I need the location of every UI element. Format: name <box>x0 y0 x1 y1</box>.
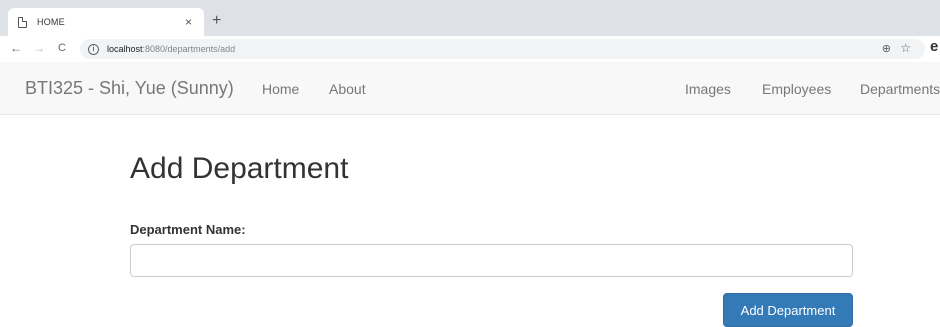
browser-toolbar: ← → C i localhost:8080/departments/add ⊕… <box>0 36 940 63</box>
navbar: BTI325 - Shi, Yue (Sunny) Home About Ima… <box>0 62 940 115</box>
url-host: localhost <box>107 44 143 54</box>
tab-title: HOME <box>37 17 65 27</box>
reload-icon[interactable]: C <box>58 41 66 55</box>
department-name-label: Department Name: <box>130 222 246 237</box>
nav-link-departments[interactable]: Departments <box>860 81 940 97</box>
address-bar[interactable]: i localhost:8080/departments/add ⊕ ☆ <box>80 39 925 59</box>
page-title: Add Department <box>130 152 349 185</box>
forward-arrow-icon[interactable]: → <box>33 41 45 55</box>
info-icon[interactable]: i <box>88 43 99 55</box>
close-tab-icon[interactable]: × <box>185 15 192 29</box>
bookmark-star-icon[interactable]: ☆ <box>900 41 911 55</box>
url-text: localhost:8080/departments/add <box>107 44 235 54</box>
profile-icon[interactable]: e <box>930 38 938 55</box>
browser-tab-strip: HOME × + <box>0 0 940 36</box>
url-path: :8080/departments/add <box>142 44 236 54</box>
browser-tab[interactable]: HOME × <box>8 8 204 36</box>
back-arrow-icon[interactable]: ← <box>10 41 22 55</box>
page-icon <box>18 16 27 28</box>
department-name-input[interactable] <box>130 244 853 277</box>
zoom-icon[interactable]: ⊕ <box>882 42 891 55</box>
nav-link-images[interactable]: Images <box>685 81 731 97</box>
new-tab-icon[interactable]: + <box>212 13 221 29</box>
nav-link-employees[interactable]: Employees <box>762 81 831 97</box>
nav-link-about[interactable]: About <box>329 81 366 97</box>
navbar-brand[interactable]: BTI325 - Shi, Yue (Sunny) <box>25 78 234 99</box>
nav-link-home[interactable]: Home <box>262 81 299 97</box>
